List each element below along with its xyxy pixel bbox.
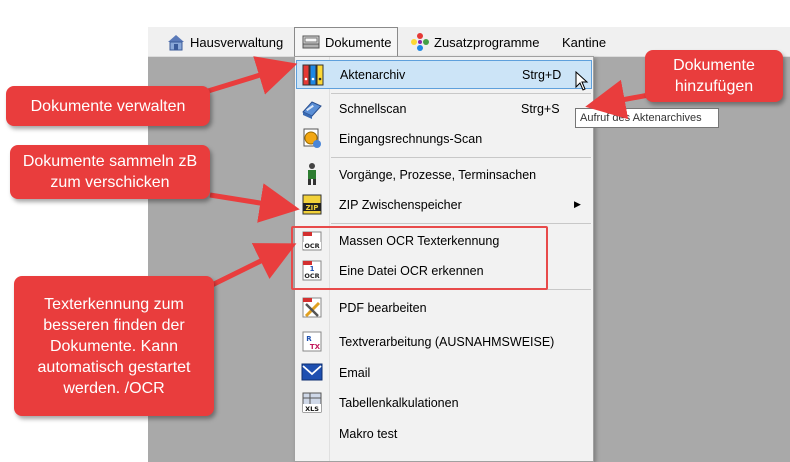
menu-item-eingangsrechnungs-scan[interactable]: Eingangsrechnungs-Scan [296, 124, 592, 153]
menu-item-label: Schnellscan [339, 101, 407, 116]
menu-label: Zusatzprogramme [434, 34, 540, 50]
menu-label: Kantine [562, 34, 607, 50]
menu-item-label: Tabellenkalkulationen [339, 395, 459, 410]
email-icon [300, 360, 324, 384]
binders-icon [301, 63, 325, 87]
rtf-icon: R TX [300, 329, 324, 353]
callout-dokumente-sammeln: Dokumente sammeln zB zum verschicken [10, 145, 210, 199]
menu-separator [331, 157, 591, 158]
house-icon [166, 32, 186, 52]
menu-zusatzprogramme[interactable]: Zusatzprogramme [404, 27, 545, 57]
pdf-edit-icon [300, 295, 324, 319]
menu-item-makro-test[interactable]: Makro test [296, 419, 592, 448]
callout-dokumente-verwalten: Dokumente verwalten [6, 86, 210, 126]
menu-item-schnellscan[interactable]: Schnellscan Strg+S [296, 94, 592, 123]
menu-item-label: Eingangsrechnungs-Scan [339, 131, 483, 146]
menu-item-label: Email [339, 365, 371, 380]
menu-item-label: PDF bearbeiten [339, 300, 427, 315]
menu-item-label: Makro test [339, 426, 398, 441]
person-process-icon [300, 162, 324, 186]
ocr-highlight-box [291, 226, 548, 290]
menu-label: Hausverwaltung [190, 34, 284, 50]
svg-text:ZIP: ZIP [306, 204, 319, 212]
mouse-cursor-icon [575, 70, 589, 96]
menu-item-vorgaenge[interactable]: Vorgänge, Prozesse, Terminsachen [296, 160, 592, 189]
menu-dokumente[interactable]: Dokumente [294, 27, 399, 57]
scanner-icon [300, 96, 324, 120]
invoice-scan-icon [300, 126, 324, 150]
svg-text:XLS: XLS [305, 405, 319, 413]
menu-separator [331, 223, 591, 224]
shortcut-label: Strg+S [521, 101, 560, 116]
menu-kantine[interactable]: Kantine [556, 27, 612, 57]
menu-label: Dokumente [325, 34, 392, 50]
zip-icon: ZIP [300, 192, 324, 216]
menu-item-label: Vorgänge, Prozesse, Terminsachen [339, 167, 537, 182]
color-pinwheel-icon [410, 32, 430, 52]
menu-item-zip-zwischenspeicher[interactable]: ZIP ZIP Zwischenspeicher ▶ [296, 190, 592, 219]
menu-item-label: Aktenarchiv [340, 67, 406, 82]
svg-text:TX: TX [310, 343, 321, 351]
tooltip: Aufruf des Aktenarchives [575, 108, 719, 128]
menu-item-tabellenkalkulationen[interactable]: XLS Tabellenkalkulationen [296, 388, 592, 417]
menu-item-aktenarchiv[interactable]: Aktenarchiv Strg+D [296, 60, 592, 89]
xls-icon: XLS [300, 390, 324, 414]
shortcut-label: Strg+D [522, 67, 562, 82]
menu-item-label: ZIP Zwischenspeicher [339, 197, 462, 212]
menu-item-textverarbeitung[interactable]: R TX Textverarbeitung (AUSNAHMSWEISE) [296, 327, 592, 356]
menu-hausverwaltung[interactable]: Hausverwaltung [160, 27, 289, 57]
menu-item-email[interactable]: Email [296, 358, 592, 387]
menu-item-pdf-bearbeiten[interactable]: PDF bearbeiten [296, 293, 592, 322]
menu-item-label: Textverarbeitung (AUSNAHMSWEISE) [339, 334, 555, 349]
folder-tray-icon [301, 32, 321, 52]
submenu-arrow-icon: ▶ [574, 199, 581, 209]
svg-text:R: R [306, 335, 312, 343]
callout-dokumente-hinzufuegen: Dokumente hinzufügen [645, 50, 783, 102]
callout-texterkennung: Texterkennung zum besseren finden der Do… [14, 276, 214, 416]
